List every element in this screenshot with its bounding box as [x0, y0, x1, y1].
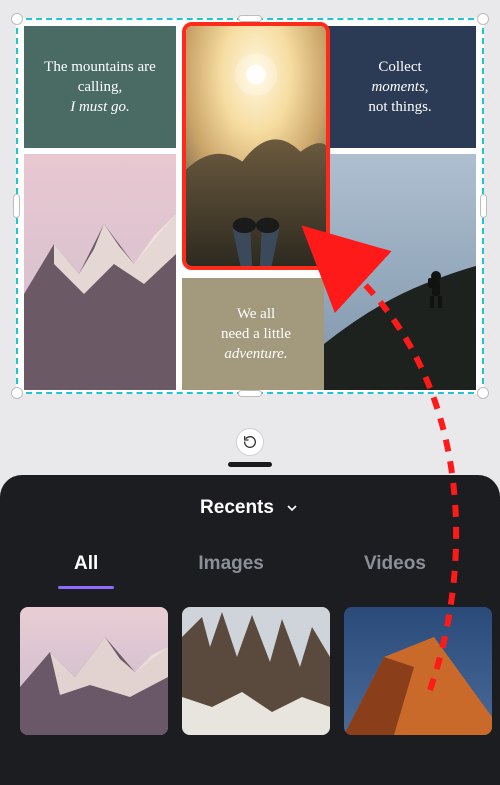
resize-handle-tr[interactable]: [477, 13, 489, 25]
resize-handle-tl[interactable]: [11, 13, 23, 25]
media-picker-panel: Recents All Images Videos: [0, 475, 500, 785]
collage-cell-collect-quote[interactable]: Collect moments, not things.: [324, 26, 476, 148]
thumbnail-3[interactable]: [344, 607, 492, 735]
tab-all[interactable]: All: [68, 545, 104, 589]
media-thumbnails: [0, 589, 500, 735]
tab-videos[interactable]: Videos: [358, 545, 432, 589]
panel-title: Recents: [200, 497, 274, 519]
rotate-button[interactable]: [236, 428, 264, 456]
resize-handle-br[interactable]: [477, 387, 489, 399]
quote-text: The mountains are calling, I must go.: [24, 51, 176, 124]
quote-text: We all need a little adventure.: [211, 298, 301, 371]
media-tabs: All Images Videos: [0, 527, 500, 589]
collage-cell-snow-mountain[interactable]: [24, 154, 176, 390]
resize-handle-right[interactable]: [480, 194, 487, 218]
resize-handle-bottom[interactable]: [238, 390, 262, 397]
design-canvas[interactable]: The mountains are calling, I must go. Co…: [16, 18, 484, 394]
resize-handle-top[interactable]: [238, 15, 262, 22]
thumbnail-2[interactable]: [182, 607, 330, 735]
collage-cell-adventure-quote[interactable]: We all need a little adventure.: [182, 278, 330, 390]
resize-handle-bl[interactable]: [11, 387, 23, 399]
quote-text: Collect moments, not things.: [358, 51, 441, 124]
resize-handle-left[interactable]: [13, 194, 20, 218]
collage-cell-hiker[interactable]: [324, 154, 476, 390]
tab-images[interactable]: Images: [192, 545, 269, 589]
hiker-image: [324, 154, 476, 390]
collage-cell-mountains-quote[interactable]: The mountains are calling, I must go.: [24, 26, 176, 148]
collage-cell-selected-slot[interactable]: [182, 22, 330, 270]
thumbnail-1[interactable]: [20, 607, 168, 735]
mountain-image: [24, 154, 176, 390]
rotate-icon: [242, 434, 258, 450]
panel-source-dropdown[interactable]: Recents: [0, 475, 500, 527]
chevron-down-icon: [284, 500, 300, 516]
hero-image: [186, 26, 326, 266]
panel-drag-handle[interactable]: [228, 462, 272, 467]
